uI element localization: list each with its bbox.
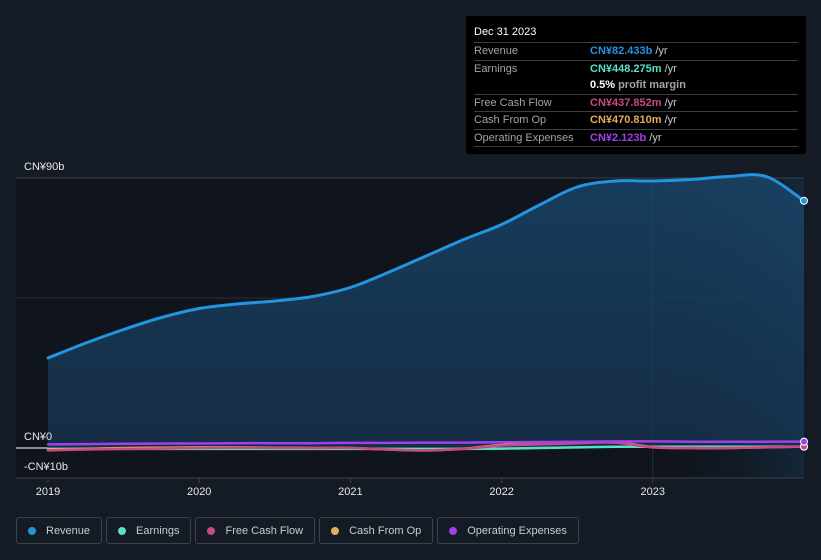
tooltip-row-label: Operating Expenses [474, 131, 574, 144]
legend-dot-icon [28, 526, 36, 535]
tooltip-row: Earnings CN¥448.275m/yr [474, 61, 798, 78]
tooltip-row-unit: profit margin [618, 79, 686, 91]
operating-expenses-end-marker [800, 437, 808, 446]
tooltip-row-label: Earnings [474, 62, 518, 75]
tooltip-row: Free Cash Flow CN¥437.852m/yr [474, 95, 798, 112]
x-tick-label: 2019 [36, 486, 60, 498]
tooltip-row-value: CN¥470.810m [590, 114, 662, 126]
tooltip-row: Cash From Op CN¥470.810m/yr [474, 112, 798, 130]
tooltip-row-value: CN¥448.275m [590, 62, 662, 75]
legend-dot-icon [207, 526, 216, 535]
tooltip-row-value: CN¥82.433b [590, 45, 653, 57]
y-tick-label: CN¥0 [24, 431, 52, 443]
y-tick-label: -CN¥10b [24, 461, 68, 473]
x-tick-label: 2022 [489, 486, 513, 498]
tooltip-row-value: CN¥437.852m [590, 96, 662, 109]
tooltip-row-value: 0.5% [590, 79, 616, 91]
tooltip-row: 0.5% profit margin [474, 77, 798, 95]
revenue-end-marker [800, 196, 808, 205]
x-tick-label: 2021 [338, 486, 362, 498]
legend-item-free-cash-flow[interactable]: Free Cash Flow [195, 517, 316, 544]
tooltip-row-label: Cash From Op [474, 114, 547, 126]
y-tick-label: CN¥90b [24, 161, 64, 173]
tooltip-row-unit: /yr [649, 131, 662, 144]
tooltip: Dec 31 2023 Revenue CN¥82.433b/yr Earnings… [466, 16, 806, 154]
x-tick-label: 2023 [641, 486, 665, 498]
tooltip-date: Dec 31 2023 [474, 24, 798, 43]
tooltip-row-label: Free Cash Flow [474, 96, 552, 109]
tooltip-row-unit: /yr [664, 62, 677, 75]
legend-item-earnings[interactable]: Earnings [106, 517, 192, 544]
tooltip-row-label [474, 77, 590, 94]
tooltip-row-value: CN¥2.123b [590, 131, 647, 144]
legend-item-cash-from-op[interactable]: Cash From Op [319, 517, 434, 544]
legend-label: Earnings [136, 524, 180, 537]
legend-label: Operating Expenses [467, 524, 567, 537]
legend-dot-icon [449, 526, 458, 535]
legend-dot-icon [118, 526, 127, 535]
legend-dot-icon [331, 526, 340, 535]
tooltip-row-unit: /yr [664, 114, 677, 126]
tooltip-row-unit: /yr [655, 45, 668, 57]
legend-label: Cash From Op [349, 524, 422, 537]
legend-label: Revenue [46, 524, 91, 537]
tooltip-row: Revenue CN¥82.433b/yr [474, 43, 798, 61]
legend-label: Free Cash Flow [225, 524, 304, 537]
legend-item-revenue[interactable]: Revenue [16, 517, 103, 544]
tooltip-row: Operating Expenses CN¥2.123b/yr [474, 130, 798, 147]
tooltip-row-label: Revenue [474, 45, 519, 57]
x-tick-label: 2020 [187, 486, 211, 498]
legend: Revenue Earnings Free Cash Flow Cash From O… [16, 517, 579, 544]
tooltip-row-unit: /yr [664, 96, 677, 109]
legend-item-operating-expenses[interactable]: Operating Expenses [437, 517, 579, 544]
